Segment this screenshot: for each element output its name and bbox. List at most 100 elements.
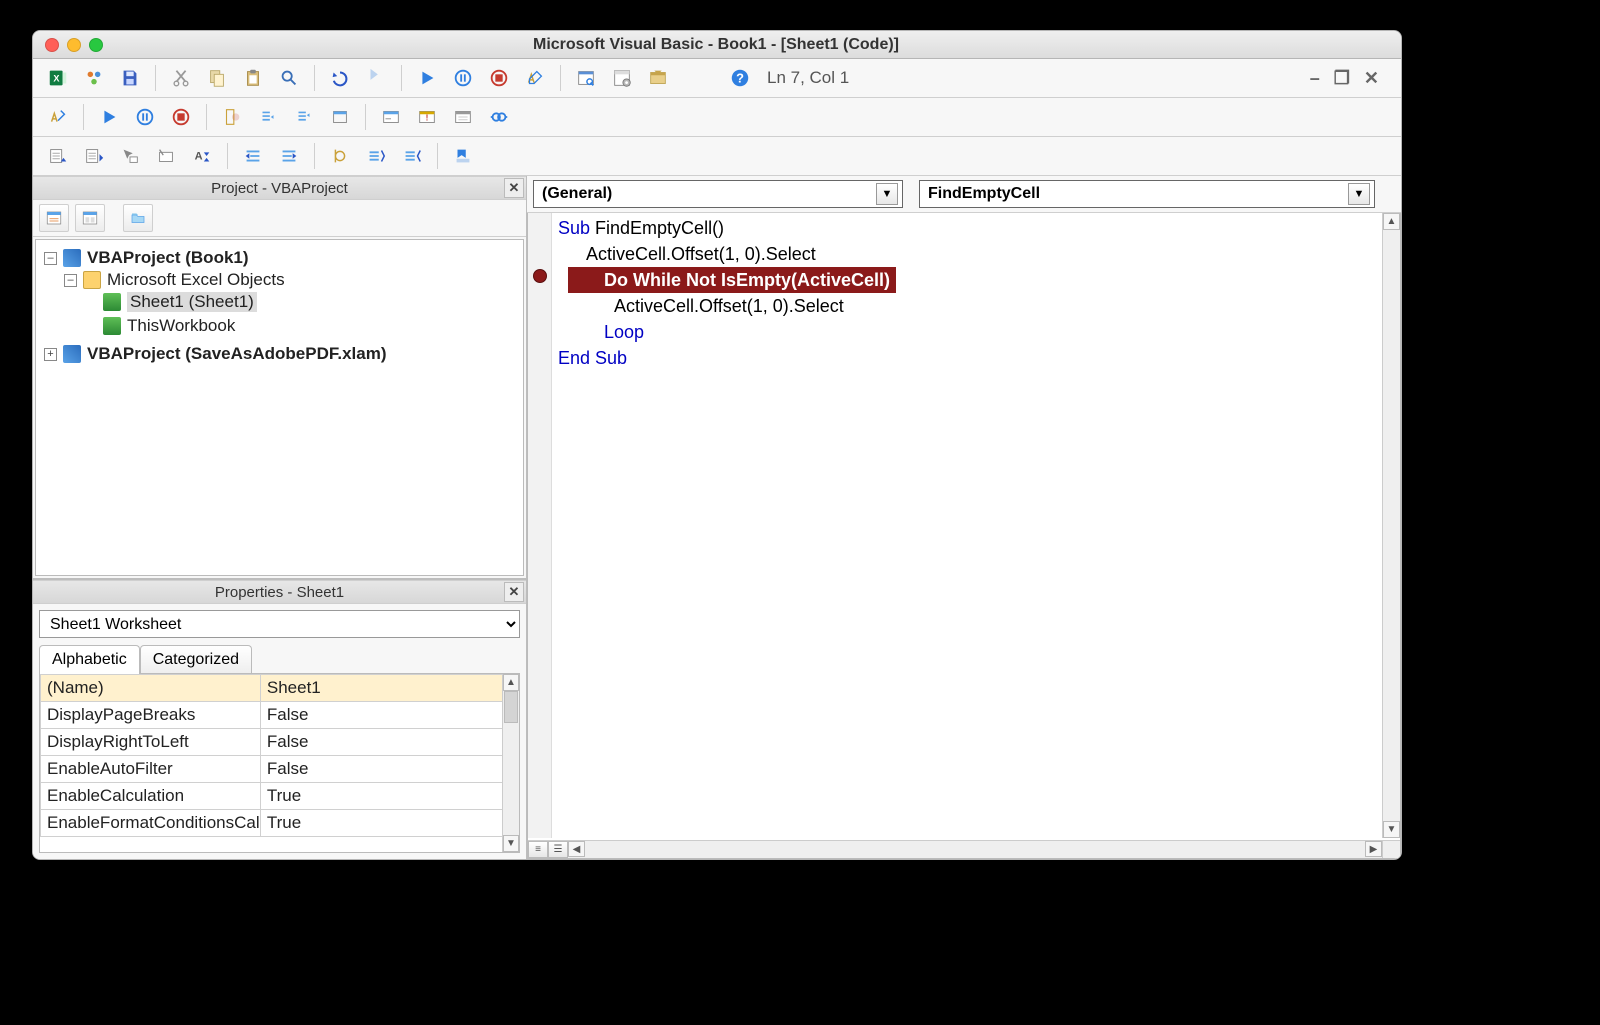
prop-name[interactable]: EnableAutoFilter bbox=[41, 756, 261, 783]
prop-name[interactable]: EnableFormatConditionsCalculation bbox=[41, 810, 261, 837]
properties-grid[interactable]: (Name)Sheet1 DisplayPageBreaksFalse Disp… bbox=[39, 673, 520, 853]
prop-value[interactable]: False bbox=[260, 729, 518, 756]
tree-root-1[interactable]: VBAProject (Book1) bbox=[87, 248, 249, 268]
design-mode-icon[interactable] bbox=[43, 102, 73, 132]
properties-icon[interactable] bbox=[607, 63, 637, 93]
prop-name[interactable]: DisplayRightToLeft bbox=[41, 729, 261, 756]
paste-icon[interactable] bbox=[238, 63, 268, 93]
zoom-icon[interactable] bbox=[89, 38, 103, 52]
vba-project-icon bbox=[63, 249, 81, 267]
close-icon[interactable] bbox=[45, 38, 59, 52]
scroll-right-icon[interactable]: ▶ bbox=[1365, 841, 1382, 857]
list-properties-icon[interactable] bbox=[43, 141, 73, 171]
toggle-breakpoint-icon[interactable] bbox=[325, 141, 355, 171]
project-panel-title: Project - VBAProject ✕ bbox=[33, 176, 526, 200]
minimize-icon[interactable] bbox=[67, 38, 81, 52]
code-gutter[interactable] bbox=[528, 213, 552, 838]
toggle-bookmark-icon[interactable] bbox=[448, 141, 478, 171]
save-icon[interactable] bbox=[115, 63, 145, 93]
mdi-close-icon[interactable]: ✕ bbox=[1364, 68, 1379, 89]
code-vertical-scrollbar[interactable]: ▲ ▼ bbox=[1382, 213, 1400, 838]
tree-item-sheet1[interactable]: Sheet1 (Sheet1) bbox=[127, 292, 257, 312]
project-explorer-icon[interactable] bbox=[571, 63, 601, 93]
toggle-folders-icon[interactable] bbox=[123, 204, 153, 232]
debug-toolbar: ! bbox=[33, 98, 1401, 137]
properties-panel-close-icon[interactable]: ✕ bbox=[504, 582, 524, 602]
prop-value[interactable]: False bbox=[260, 756, 518, 783]
mdi-minimize-icon[interactable]: – bbox=[1310, 68, 1320, 89]
scroll-down-icon[interactable]: ▼ bbox=[503, 835, 519, 852]
view-object-icon[interactable] bbox=[75, 204, 105, 232]
undo-icon[interactable] bbox=[325, 63, 355, 93]
quick-watch-icon[interactable] bbox=[484, 102, 514, 132]
collapse-icon[interactable]: – bbox=[64, 274, 77, 287]
help-icon[interactable]: ? bbox=[725, 63, 755, 93]
list-constants-icon[interactable] bbox=[79, 141, 109, 171]
code-editor[interactable]: Sub FindEmptyCell() ActiveCell.Offset(1,… bbox=[527, 213, 1401, 859]
quick-info-icon[interactable] bbox=[115, 141, 145, 171]
tab-categorized[interactable]: Categorized bbox=[140, 645, 252, 674]
tree-folder[interactable]: Microsoft Excel Objects bbox=[107, 270, 285, 290]
chevron-down-icon[interactable]: ▼ bbox=[1348, 183, 1370, 205]
immediate-window-icon[interactable] bbox=[376, 102, 406, 132]
procedure-view-icon[interactable]: ≡ bbox=[528, 841, 548, 858]
copy-icon[interactable] bbox=[202, 63, 232, 93]
properties-object-select[interactable]: Sheet1 Worksheet bbox=[39, 610, 520, 638]
full-module-view-icon[interactable]: ☰ bbox=[548, 841, 568, 858]
mdi-restore-icon[interactable]: ❐ bbox=[1334, 68, 1350, 89]
prop-value[interactable]: False bbox=[260, 702, 518, 729]
prop-value[interactable]: True bbox=[260, 783, 518, 810]
collapse-icon[interactable]: – bbox=[44, 252, 57, 265]
tree-root-2[interactable]: VBAProject (SaveAsAdobePDF.xlam) bbox=[87, 344, 386, 364]
watch-window-icon[interactable] bbox=[448, 102, 478, 132]
object-combo[interactable]: (General) ▼ bbox=[533, 180, 903, 208]
code-text: ActiveCell.Offset(1, 0).Select bbox=[586, 244, 816, 264]
object-browser-icon[interactable] bbox=[643, 63, 673, 93]
code-horizontal-scrollbar[interactable]: ◀ ▶ bbox=[568, 840, 1382, 858]
uncomment-block-icon[interactable] bbox=[397, 141, 427, 171]
prop-value[interactable]: True bbox=[260, 810, 518, 837]
scroll-left-icon[interactable]: ◀ bbox=[568, 841, 585, 857]
toggle-breakpoint-icon[interactable] bbox=[217, 102, 247, 132]
indent-icon[interactable] bbox=[238, 141, 268, 171]
procedure-combo[interactable]: FindEmptyCell ▼ bbox=[919, 180, 1375, 208]
prop-name[interactable]: (Name) bbox=[41, 675, 261, 702]
stop-icon[interactable] bbox=[166, 102, 196, 132]
step-over-icon[interactable] bbox=[289, 102, 319, 132]
comment-block-icon[interactable] bbox=[361, 141, 391, 171]
scroll-down-icon[interactable]: ▼ bbox=[1383, 821, 1400, 838]
redo-icon[interactable] bbox=[361, 63, 391, 93]
prop-value[interactable]: Sheet1 bbox=[260, 675, 518, 702]
scroll-up-icon[interactable]: ▲ bbox=[503, 674, 519, 691]
project-tree[interactable]: – VBAProject (Book1) – Microsoft Excel O bbox=[35, 239, 524, 576]
excel-icon[interactable]: X bbox=[43, 63, 73, 93]
pause-icon[interactable] bbox=[130, 102, 160, 132]
addin-manager-icon[interactable] bbox=[79, 63, 109, 93]
code-content[interactable]: Sub FindEmptyCell() ActiveCell.Offset(1,… bbox=[558, 215, 1382, 838]
parameter-info-icon[interactable] bbox=[151, 141, 181, 171]
step-into-icon[interactable] bbox=[253, 102, 283, 132]
tree-item-thisworkbook[interactable]: ThisWorkbook bbox=[127, 316, 235, 336]
cut-icon[interactable] bbox=[166, 63, 196, 93]
run-icon[interactable] bbox=[412, 63, 442, 93]
outdent-icon[interactable] bbox=[274, 141, 304, 171]
find-icon[interactable] bbox=[274, 63, 304, 93]
tab-alphabetic[interactable]: Alphabetic bbox=[39, 645, 140, 674]
expand-icon[interactable]: + bbox=[44, 348, 57, 361]
chevron-down-icon[interactable]: ▼ bbox=[876, 183, 898, 205]
step-out-icon[interactable] bbox=[325, 102, 355, 132]
view-code-icon[interactable] bbox=[39, 204, 69, 232]
prop-name[interactable]: DisplayPageBreaks bbox=[41, 702, 261, 729]
project-panel-close-icon[interactable]: ✕ bbox=[504, 178, 524, 198]
stop-icon[interactable] bbox=[484, 63, 514, 93]
pause-icon[interactable] bbox=[448, 63, 478, 93]
scroll-up-icon[interactable]: ▲ bbox=[1383, 213, 1400, 230]
complete-word-icon[interactable]: A bbox=[187, 141, 217, 171]
run-icon[interactable] bbox=[94, 102, 124, 132]
prop-name[interactable]: EnableCalculation bbox=[41, 783, 261, 810]
locals-window-icon[interactable]: ! bbox=[412, 102, 442, 132]
breakpoint-icon[interactable] bbox=[533, 269, 547, 283]
properties-scrollbar[interactable]: ▲ ▼ bbox=[502, 674, 519, 852]
titlebar: Microsoft Visual Basic - Book1 - [Sheet1… bbox=[33, 31, 1401, 59]
design-mode-icon[interactable] bbox=[520, 63, 550, 93]
